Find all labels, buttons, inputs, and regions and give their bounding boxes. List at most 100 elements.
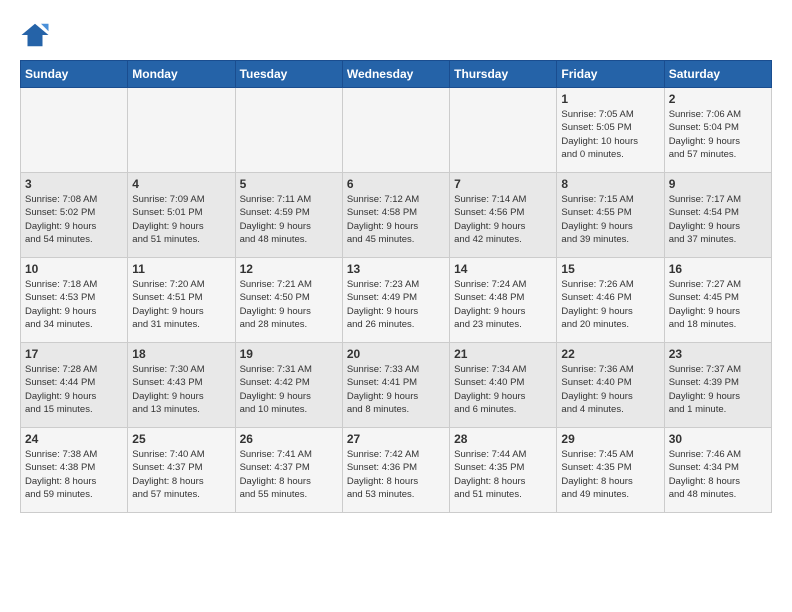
- day-info: Sunrise: 7:14 AM Sunset: 4:56 PM Dayligh…: [454, 193, 552, 246]
- day-number: 8: [561, 177, 659, 191]
- day-info: Sunrise: 7:34 AM Sunset: 4:40 PM Dayligh…: [454, 363, 552, 416]
- day-number: 10: [25, 262, 123, 276]
- calendar-cell: [128, 88, 235, 173]
- day-number: 6: [347, 177, 445, 191]
- calendar-cell: 23 Sunrise: 7:37 AM Sunset: 4:39 PM Dayli…: [664, 343, 771, 428]
- day-number: 1: [561, 92, 659, 106]
- calendar-cell: 22 Sunrise: 7:36 AM Sunset: 4:40 PM Dayli…: [557, 343, 664, 428]
- day-number: 17: [25, 347, 123, 361]
- calendar-cell: 15 Sunrise: 7:26 AM Sunset: 4:46 PM Dayli…: [557, 258, 664, 343]
- day-info: Sunrise: 7:31 AM Sunset: 4:42 PM Dayligh…: [240, 363, 338, 416]
- header-thursday: Thursday: [450, 61, 557, 88]
- day-number: 18: [132, 347, 230, 361]
- calendar-week-1: 1 Sunrise: 7:05 AM Sunset: 5:05 PM Daylig…: [21, 88, 772, 173]
- day-info: Sunrise: 7:42 AM Sunset: 4:36 PM Dayligh…: [347, 448, 445, 501]
- calendar-cell: 7Sunrise: 7:14 AM Sunset: 4:56 PM Daylig…: [450, 173, 557, 258]
- calendar-cell: 5Sunrise: 7:11 AM Sunset: 4:59 PM Daylig…: [235, 173, 342, 258]
- day-number: 14: [454, 262, 552, 276]
- logo: [20, 20, 54, 50]
- day-info: Sunrise: 7:05 AM Sunset: 5:05 PM Dayligh…: [561, 108, 659, 161]
- day-info: Sunrise: 7:24 AM Sunset: 4:48 PM Dayligh…: [454, 278, 552, 331]
- day-number: 16: [669, 262, 767, 276]
- day-info: Sunrise: 7:46 AM Sunset: 4:34 PM Dayligh…: [669, 448, 767, 501]
- day-number: 4: [132, 177, 230, 191]
- calendar-cell: 4 Sunrise: 7:09 AM Sunset: 5:01 PM Daylig…: [128, 173, 235, 258]
- calendar-header-row: SundayMondayTuesdayWednesdayThursdayFrid…: [21, 61, 772, 88]
- day-info: Sunrise: 7:06 AM Sunset: 5:04 PM Dayligh…: [669, 108, 767, 161]
- day-info: Sunrise: 7:30 AM Sunset: 4:43 PM Dayligh…: [132, 363, 230, 416]
- day-info: Sunrise: 7:40 AM Sunset: 4:37 PM Dayligh…: [132, 448, 230, 501]
- calendar-cell: 6 Sunrise: 7:12 AM Sunset: 4:58 PM Daylig…: [342, 173, 449, 258]
- calendar-cell: 25 Sunrise: 7:40 AM Sunset: 4:37 PM Dayli…: [128, 428, 235, 513]
- header-monday: Monday: [128, 61, 235, 88]
- day-info: Sunrise: 7:38 AM Sunset: 4:38 PM Dayligh…: [25, 448, 123, 501]
- calendar-cell: 10 Sunrise: 7:18 AM Sunset: 4:53 PM Dayli…: [21, 258, 128, 343]
- day-info: Sunrise: 7:23 AM Sunset: 4:49 PM Dayligh…: [347, 278, 445, 331]
- calendar-cell: 12 Sunrise: 7:21 AM Sunset: 4:50 PM Dayli…: [235, 258, 342, 343]
- calendar-cell: [235, 88, 342, 173]
- day-info: Sunrise: 7:41 AM Sunset: 4:37 PM Dayligh…: [240, 448, 338, 501]
- calendar-cell: 27 Sunrise: 7:42 AM Sunset: 4:36 PM Dayli…: [342, 428, 449, 513]
- day-number: 15: [561, 262, 659, 276]
- calendar-week-4: 17 Sunrise: 7:28 AM Sunset: 4:44 PM Dayli…: [21, 343, 772, 428]
- day-number: 25: [132, 432, 230, 446]
- header-friday: Friday: [557, 61, 664, 88]
- calendar-cell: 3 Sunrise: 7:08 AM Sunset: 5:02 PM Daylig…: [21, 173, 128, 258]
- header-tuesday: Tuesday: [235, 61, 342, 88]
- calendar-cell: 24 Sunrise: 7:38 AM Sunset: 4:38 PM Dayli…: [21, 428, 128, 513]
- day-info: Sunrise: 7:18 AM Sunset: 4:53 PM Dayligh…: [25, 278, 123, 331]
- calendar-cell: [450, 88, 557, 173]
- day-number: 9: [669, 177, 767, 191]
- calendar-cell: 26 Sunrise: 7:41 AM Sunset: 4:37 PM Dayli…: [235, 428, 342, 513]
- day-number: 23: [669, 347, 767, 361]
- day-number: 26: [240, 432, 338, 446]
- day-info: Sunrise: 7:37 AM Sunset: 4:39 PM Dayligh…: [669, 363, 767, 416]
- day-number: 21: [454, 347, 552, 361]
- day-number: 19: [240, 347, 338, 361]
- calendar-cell: 2 Sunrise: 7:06 AM Sunset: 5:04 PM Daylig…: [664, 88, 771, 173]
- day-info: Sunrise: 7:11 AM Sunset: 4:59 PM Dayligh…: [240, 193, 338, 246]
- calendar-cell: 29Sunrise: 7:45 AM Sunset: 4:35 PM Dayli…: [557, 428, 664, 513]
- day-number: 13: [347, 262, 445, 276]
- day-number: 2: [669, 92, 767, 106]
- day-info: Sunrise: 7:44 AM Sunset: 4:35 PM Dayligh…: [454, 448, 552, 501]
- calendar-week-3: 10 Sunrise: 7:18 AM Sunset: 4:53 PM Dayli…: [21, 258, 772, 343]
- day-number: 27: [347, 432, 445, 446]
- calendar-cell: 11Sunrise: 7:20 AM Sunset: 4:51 PM Dayli…: [128, 258, 235, 343]
- day-number: 12: [240, 262, 338, 276]
- day-info: Sunrise: 7:15 AM Sunset: 4:55 PM Dayligh…: [561, 193, 659, 246]
- day-info: Sunrise: 7:33 AM Sunset: 4:41 PM Dayligh…: [347, 363, 445, 416]
- day-info: Sunrise: 7:12 AM Sunset: 4:58 PM Dayligh…: [347, 193, 445, 246]
- calendar-cell: 1 Sunrise: 7:05 AM Sunset: 5:05 PM Daylig…: [557, 88, 664, 173]
- day-number: 29: [561, 432, 659, 446]
- day-info: Sunrise: 7:20 AM Sunset: 4:51 PM Dayligh…: [132, 278, 230, 331]
- day-number: 22: [561, 347, 659, 361]
- day-number: 24: [25, 432, 123, 446]
- calendar-cell: 18 Sunrise: 7:30 AM Sunset: 4:43 PM Dayli…: [128, 343, 235, 428]
- calendar-cell: 13 Sunrise: 7:23 AM Sunset: 4:49 PM Dayli…: [342, 258, 449, 343]
- calendar-table: SundayMondayTuesdayWednesdayThursdayFrid…: [20, 60, 772, 513]
- calendar-cell: 14 Sunrise: 7:24 AM Sunset: 4:48 PM Dayli…: [450, 258, 557, 343]
- calendar-cell: 17 Sunrise: 7:28 AM Sunset: 4:44 PM Dayli…: [21, 343, 128, 428]
- calendar-cell: 8 Sunrise: 7:15 AM Sunset: 4:55 PM Daylig…: [557, 173, 664, 258]
- day-number: 28: [454, 432, 552, 446]
- calendar-cell: 19 Sunrise: 7:31 AM Sunset: 4:42 PM Dayli…: [235, 343, 342, 428]
- day-info: Sunrise: 7:09 AM Sunset: 5:01 PM Dayligh…: [132, 193, 230, 246]
- logo-icon: [20, 20, 50, 50]
- calendar-cell: 28 Sunrise: 7:44 AM Sunset: 4:35 PM Dayli…: [450, 428, 557, 513]
- day-info: Sunrise: 7:21 AM Sunset: 4:50 PM Dayligh…: [240, 278, 338, 331]
- day-info: Sunrise: 7:28 AM Sunset: 4:44 PM Dayligh…: [25, 363, 123, 416]
- calendar-cell: [342, 88, 449, 173]
- day-info: Sunrise: 7:08 AM Sunset: 5:02 PM Dayligh…: [25, 193, 123, 246]
- day-info: Sunrise: 7:26 AM Sunset: 4:46 PM Dayligh…: [561, 278, 659, 331]
- calendar-cell: 16Sunrise: 7:27 AM Sunset: 4:45 PM Dayli…: [664, 258, 771, 343]
- day-number: 3: [25, 177, 123, 191]
- day-number: 20: [347, 347, 445, 361]
- calendar-cell: 20 Sunrise: 7:33 AM Sunset: 4:41 PM Dayli…: [342, 343, 449, 428]
- calendar-cell: 21 Sunrise: 7:34 AM Sunset: 4:40 PM Dayli…: [450, 343, 557, 428]
- calendar-cell: 9Sunrise: 7:17 AM Sunset: 4:54 PM Daylig…: [664, 173, 771, 258]
- calendar-week-2: 3 Sunrise: 7:08 AM Sunset: 5:02 PM Daylig…: [21, 173, 772, 258]
- calendar-cell: [21, 88, 128, 173]
- header-saturday: Saturday: [664, 61, 771, 88]
- day-info: Sunrise: 7:36 AM Sunset: 4:40 PM Dayligh…: [561, 363, 659, 416]
